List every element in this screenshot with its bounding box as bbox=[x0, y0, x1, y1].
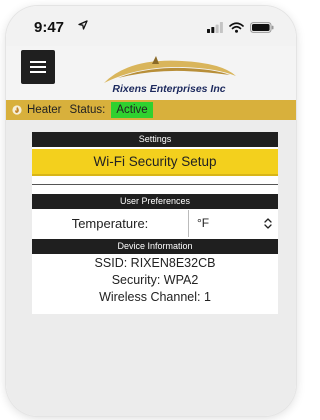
temperature-unit-select[interactable]: °F bbox=[188, 210, 278, 237]
menu-bar-line bbox=[30, 71, 46, 73]
menu-bar-line bbox=[30, 61, 46, 63]
chevron-up-down-icon bbox=[264, 218, 272, 229]
temperature-row: Temperature: °F bbox=[32, 210, 278, 237]
app-content: Rixens Enterprises Inc Heater Status: Ac… bbox=[6, 46, 296, 416]
settings-section-header: Settings bbox=[32, 132, 278, 147]
status-badge: Active bbox=[111, 102, 153, 118]
location-arrow-icon bbox=[78, 20, 88, 30]
temperature-label: Temperature: bbox=[71, 216, 149, 231]
signal-icon bbox=[207, 21, 223, 33]
hamburger-menu-button[interactable] bbox=[21, 50, 55, 84]
app-header: Rixens Enterprises Inc bbox=[6, 46, 296, 100]
wireless-channel-text: Wireless Channel: 1 bbox=[99, 290, 211, 304]
device-information-section-header: Device Information bbox=[32, 239, 278, 254]
heater-label: Heater bbox=[27, 104, 62, 116]
user-preferences-section-header: User Preferences bbox=[32, 194, 278, 209]
ssid-text: SSID: RIXEN8E32CB bbox=[94, 256, 216, 270]
status-label: Status: bbox=[69, 104, 106, 116]
settings-panel: Settings Wi-Fi Security Setup User Prefe… bbox=[32, 132, 278, 314]
battery-icon bbox=[250, 21, 274, 33]
divider bbox=[32, 184, 278, 185]
status-time: 9:47 bbox=[34, 19, 65, 36]
ios-status-bar: 9:47 bbox=[6, 6, 296, 46]
logo-swoosh-graphic bbox=[104, 56, 236, 83]
wifi-icon bbox=[229, 21, 244, 33]
menu-bar-line bbox=[30, 66, 46, 68]
flame-icon bbox=[12, 105, 22, 115]
heater-status-bar: Heater Status: Active bbox=[6, 100, 296, 120]
wifi-security-setup-button[interactable]: Wi-Fi Security Setup bbox=[32, 149, 278, 176]
system-indicators bbox=[207, 21, 274, 33]
logo-text: Rixens Enterprises Inc bbox=[112, 83, 226, 95]
temperature-unit-value: °F bbox=[197, 216, 210, 230]
phone-frame: 9:47 Rixens Enterprises Inc Heater Statu… bbox=[6, 6, 296, 416]
security-text: Security: WPA2 bbox=[111, 273, 199, 287]
company-logo: Rixens Enterprises Inc bbox=[98, 54, 240, 98]
